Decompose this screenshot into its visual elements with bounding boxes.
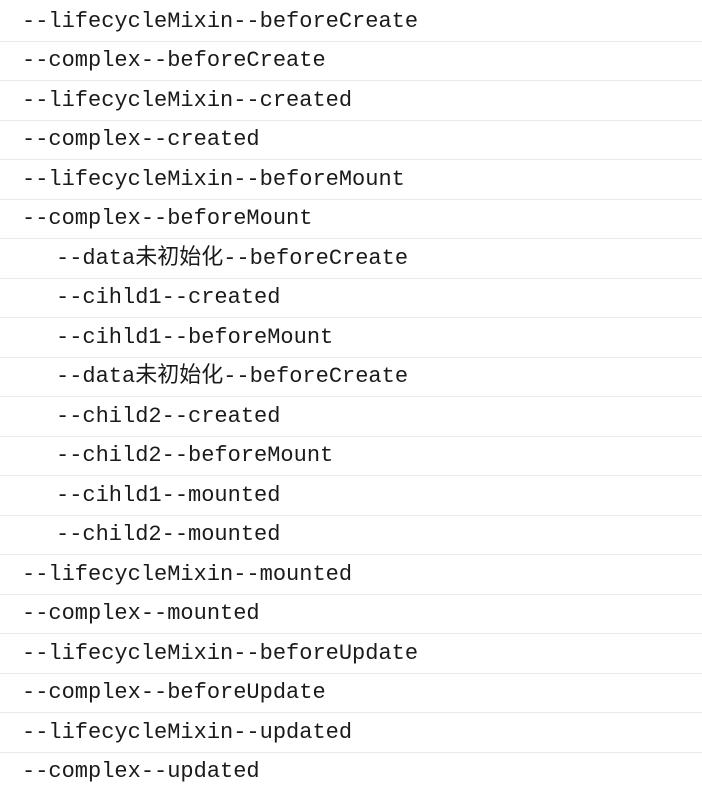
log-row: --complex--mounted	[0, 595, 702, 635]
log-row: --lifecycleMixin--mounted	[0, 555, 702, 595]
log-row: --lifecycleMixin--beforeCreate	[0, 2, 702, 42]
log-row: --complex--updated	[0, 753, 702, 786]
log-row: --lifecycleMixin--beforeUpdate	[0, 634, 702, 674]
log-row: --complex--beforeCreate	[0, 42, 702, 82]
log-row: --lifecycleMixin--created	[0, 81, 702, 121]
log-row: --cihld1--beforeMount	[0, 318, 702, 358]
log-row: --child2--beforeMount	[0, 437, 702, 477]
log-row: --cihld1--created	[0, 279, 702, 319]
log-row: --complex--beforeMount	[0, 200, 702, 240]
log-row: --complex--created	[0, 121, 702, 161]
log-row: --lifecycleMixin--updated	[0, 713, 702, 753]
log-row: --child2--created	[0, 397, 702, 437]
log-row: --complex--beforeUpdate	[0, 674, 702, 714]
console-log-list: --lifecycleMixin--beforeCreate --complex…	[0, 0, 702, 786]
log-row: --child2--mounted	[0, 516, 702, 556]
log-row: --lifecycleMixin--beforeMount	[0, 160, 702, 200]
log-row: --cihld1--mounted	[0, 476, 702, 516]
log-row: --data未初始化--beforeCreate	[0, 239, 702, 279]
log-row: --data未初始化--beforeCreate	[0, 358, 702, 398]
